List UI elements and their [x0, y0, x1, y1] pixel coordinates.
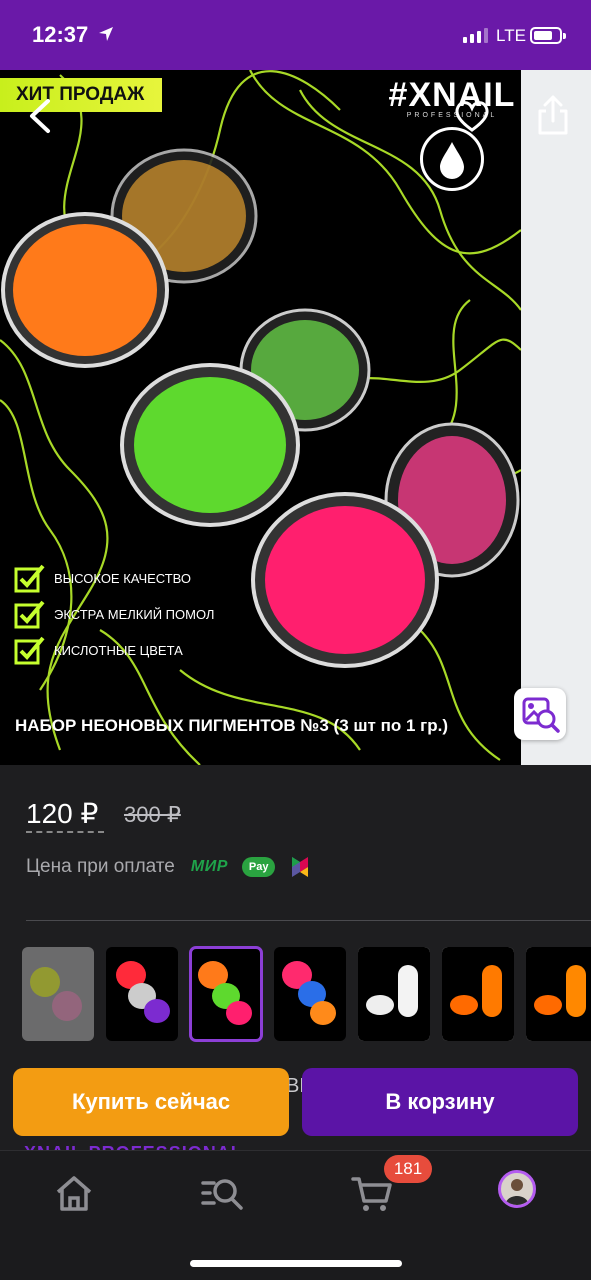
- feature-item: ВЫСОКОЕ КАЧЕСТВО: [14, 560, 214, 596]
- home-icon[interactable]: [52, 1171, 96, 1215]
- visual-search-button[interactable]: [514, 688, 566, 740]
- thumbnail[interactable]: [22, 947, 94, 1041]
- add-to-cart-button[interactable]: В корзину: [302, 1068, 578, 1136]
- avatar-image: [505, 1179, 529, 1205]
- thumbnail[interactable]: [358, 947, 430, 1041]
- checkbox-icon: [14, 636, 45, 665]
- feature-text: ЭКСТРА МЕЛКИЙ ПОМОЛ: [54, 606, 215, 622]
- back-arrow-icon[interactable]: [22, 96, 62, 136]
- signal-icon: [463, 28, 488, 43]
- thumbnail-selected[interactable]: [189, 946, 263, 1042]
- status-time: 12:37: [32, 22, 89, 47]
- share-icon[interactable]: [533, 93, 573, 137]
- favorite-heart-icon[interactable]: [452, 96, 492, 136]
- thumbnail[interactable]: [526, 947, 591, 1041]
- feature-text: КИСЛОТНЫЕ ЦВЕТА: [54, 642, 183, 658]
- checkbox-icon: [14, 600, 45, 629]
- price-underline: [26, 831, 104, 833]
- current-price: 120 ₽: [26, 798, 99, 829]
- drop-logo-icon: [420, 127, 484, 191]
- catalog-search-icon[interactable]: [200, 1171, 244, 1215]
- mir-logo: МИР: [190, 858, 228, 875]
- profile-avatar[interactable]: [498, 1170, 536, 1208]
- thumbnail[interactable]: [442, 947, 514, 1041]
- section-divider: [26, 920, 591, 921]
- gpay-logo: Pay: [241, 857, 276, 877]
- status-bar: 12:37 LTE: [0, 0, 591, 70]
- old-price: 300 ₽: [124, 802, 181, 827]
- home-indicator: [190, 1260, 402, 1267]
- checkbox-icon: [14, 564, 45, 593]
- pay-label: Цена при оплате: [26, 856, 175, 877]
- feature-item: КИСЛОТНЫЕ ЦВЕТА: [14, 632, 214, 668]
- feature-item: ЭКСТРА МЕЛКИЙ ПОМОЛ: [14, 596, 214, 632]
- product-title: НАБОР НЕОНОВЫХ ПИГМЕНТОВ №3 (3 шт по 1 г…: [15, 716, 449, 735]
- image-search-icon: [522, 697, 560, 733]
- thumbnail-strip: [22, 946, 591, 1042]
- feature-list: ВЫСОКОЕ КАЧЕСТВО ЭКСТРА МЕЛКИЙ ПОМОЛ КИС…: [14, 560, 214, 668]
- sbp-icon: [292, 857, 309, 877]
- carrier-label: LTE: [496, 26, 526, 45]
- location-arrow-icon: [99, 27, 113, 41]
- buy-now-button[interactable]: Купить сейчас: [13, 1068, 289, 1136]
- battery-icon: [530, 27, 566, 44]
- feature-text: ВЫСОКОЕ КАЧЕСТВО: [54, 570, 192, 586]
- next-image-preview[interactable]: [521, 70, 591, 765]
- thumbnail[interactable]: [274, 947, 346, 1041]
- payment-methods[interactable]: Цена при оплате МИР Pay: [26, 856, 309, 878]
- thumbnail[interactable]: [106, 947, 178, 1041]
- cart-count-badge: 181: [384, 1155, 432, 1183]
